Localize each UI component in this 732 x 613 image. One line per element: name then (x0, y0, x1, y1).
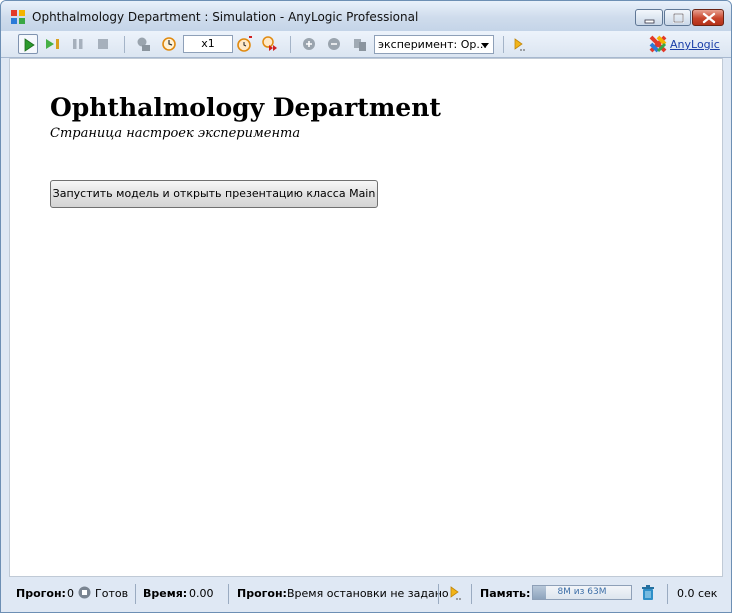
zoom-in-button[interactable] (300, 34, 320, 54)
toolbar: x1 эксперимент: Op... AnyLogic (1, 31, 731, 58)
time-label: Время: (143, 587, 188, 600)
navigate-icon (354, 39, 366, 51)
run-model-button[interactable]: Запустить модель и открыть презентацию к… (50, 180, 378, 208)
stop-time-text: Время остановки не задано (287, 587, 449, 600)
close-icon (702, 12, 716, 24)
status-separator (228, 584, 229, 604)
close-button[interactable] (692, 9, 724, 26)
minimize-icon (644, 19, 655, 24)
status-separator (135, 584, 136, 604)
clock-button[interactable] (159, 34, 179, 54)
anylogic-app-icon (11, 10, 25, 24)
memory-label: Память: (480, 587, 531, 600)
status-separator (438, 584, 439, 604)
status-separator (667, 584, 668, 604)
faster-button[interactable] (260, 34, 280, 54)
page-title: Ophthalmology Department (50, 93, 441, 122)
zoom-out-icon (328, 38, 340, 50)
page-subtitle: Страница настроек эксперимента (50, 126, 301, 141)
garbage-collect-icon[interactable] (640, 584, 656, 602)
experiment-icon (514, 38, 525, 51)
run-icon (24, 38, 35, 52)
anylogic-logo-icon (649, 35, 667, 53)
anylogic-link[interactable]: AnyLogic (670, 38, 720, 51)
experiment-page: Ophthalmology Department Страница настро… (9, 58, 723, 577)
run-button[interactable] (18, 34, 38, 54)
experiment-run-button[interactable] (509, 34, 529, 54)
slower-button[interactable] (235, 34, 255, 54)
memory-text: 8M из 63M (557, 587, 607, 597)
speed-field[interactable]: x1 (183, 35, 233, 53)
maximize-icon (673, 13, 684, 23)
step-button[interactable] (43, 34, 63, 54)
app-window: Ophthalmology Department : Simulation - … (0, 0, 732, 613)
pause-button[interactable] (68, 34, 88, 54)
elapsed-time: 0.0 сек (677, 587, 718, 600)
run-label: Прогон: (16, 587, 66, 600)
model-time-icon (137, 37, 150, 51)
stop-icon (98, 39, 108, 49)
title-bar[interactable]: Ophthalmology Department : Simulation - … (1, 1, 731, 31)
stop-button[interactable] (93, 34, 113, 54)
toolbar-separator (503, 36, 504, 53)
slower-icon (237, 36, 252, 52)
status-bar: Прогон: 0 Готов Время: 0.00 Прогон: Врем… (1, 578, 731, 612)
maximize-button[interactable] (664, 9, 691, 26)
minimize-button[interactable] (635, 9, 663, 26)
faster-icon (262, 36, 277, 51)
run2-label: Прогон: (237, 587, 287, 600)
zoom-out-button[interactable] (325, 34, 345, 54)
pause-icon (73, 39, 83, 49)
experiment-select[interactable]: эксперимент: Op... (374, 35, 494, 54)
navigate-button[interactable] (350, 34, 370, 54)
time-value: 0.00 (189, 587, 214, 600)
state-icon (78, 586, 91, 599)
window-title: Ophthalmology Department : Simulation - … (32, 10, 419, 24)
step-icon (46, 39, 59, 49)
memory-bar: 8M из 63M (532, 585, 632, 600)
zoom-in-icon (303, 38, 315, 50)
toolbar-separator (290, 36, 291, 53)
model-time-button[interactable] (134, 34, 154, 54)
status-separator (471, 584, 472, 604)
state-text: Готов (95, 587, 129, 600)
chevron-down-icon (481, 43, 489, 48)
toolbar-separator (124, 36, 125, 53)
run-count: 0 (67, 587, 74, 600)
stop-condition-icon[interactable] (447, 584, 463, 602)
clock-icon (162, 37, 176, 51)
experiment-select-value: эксперимент: Op... (378, 38, 487, 51)
